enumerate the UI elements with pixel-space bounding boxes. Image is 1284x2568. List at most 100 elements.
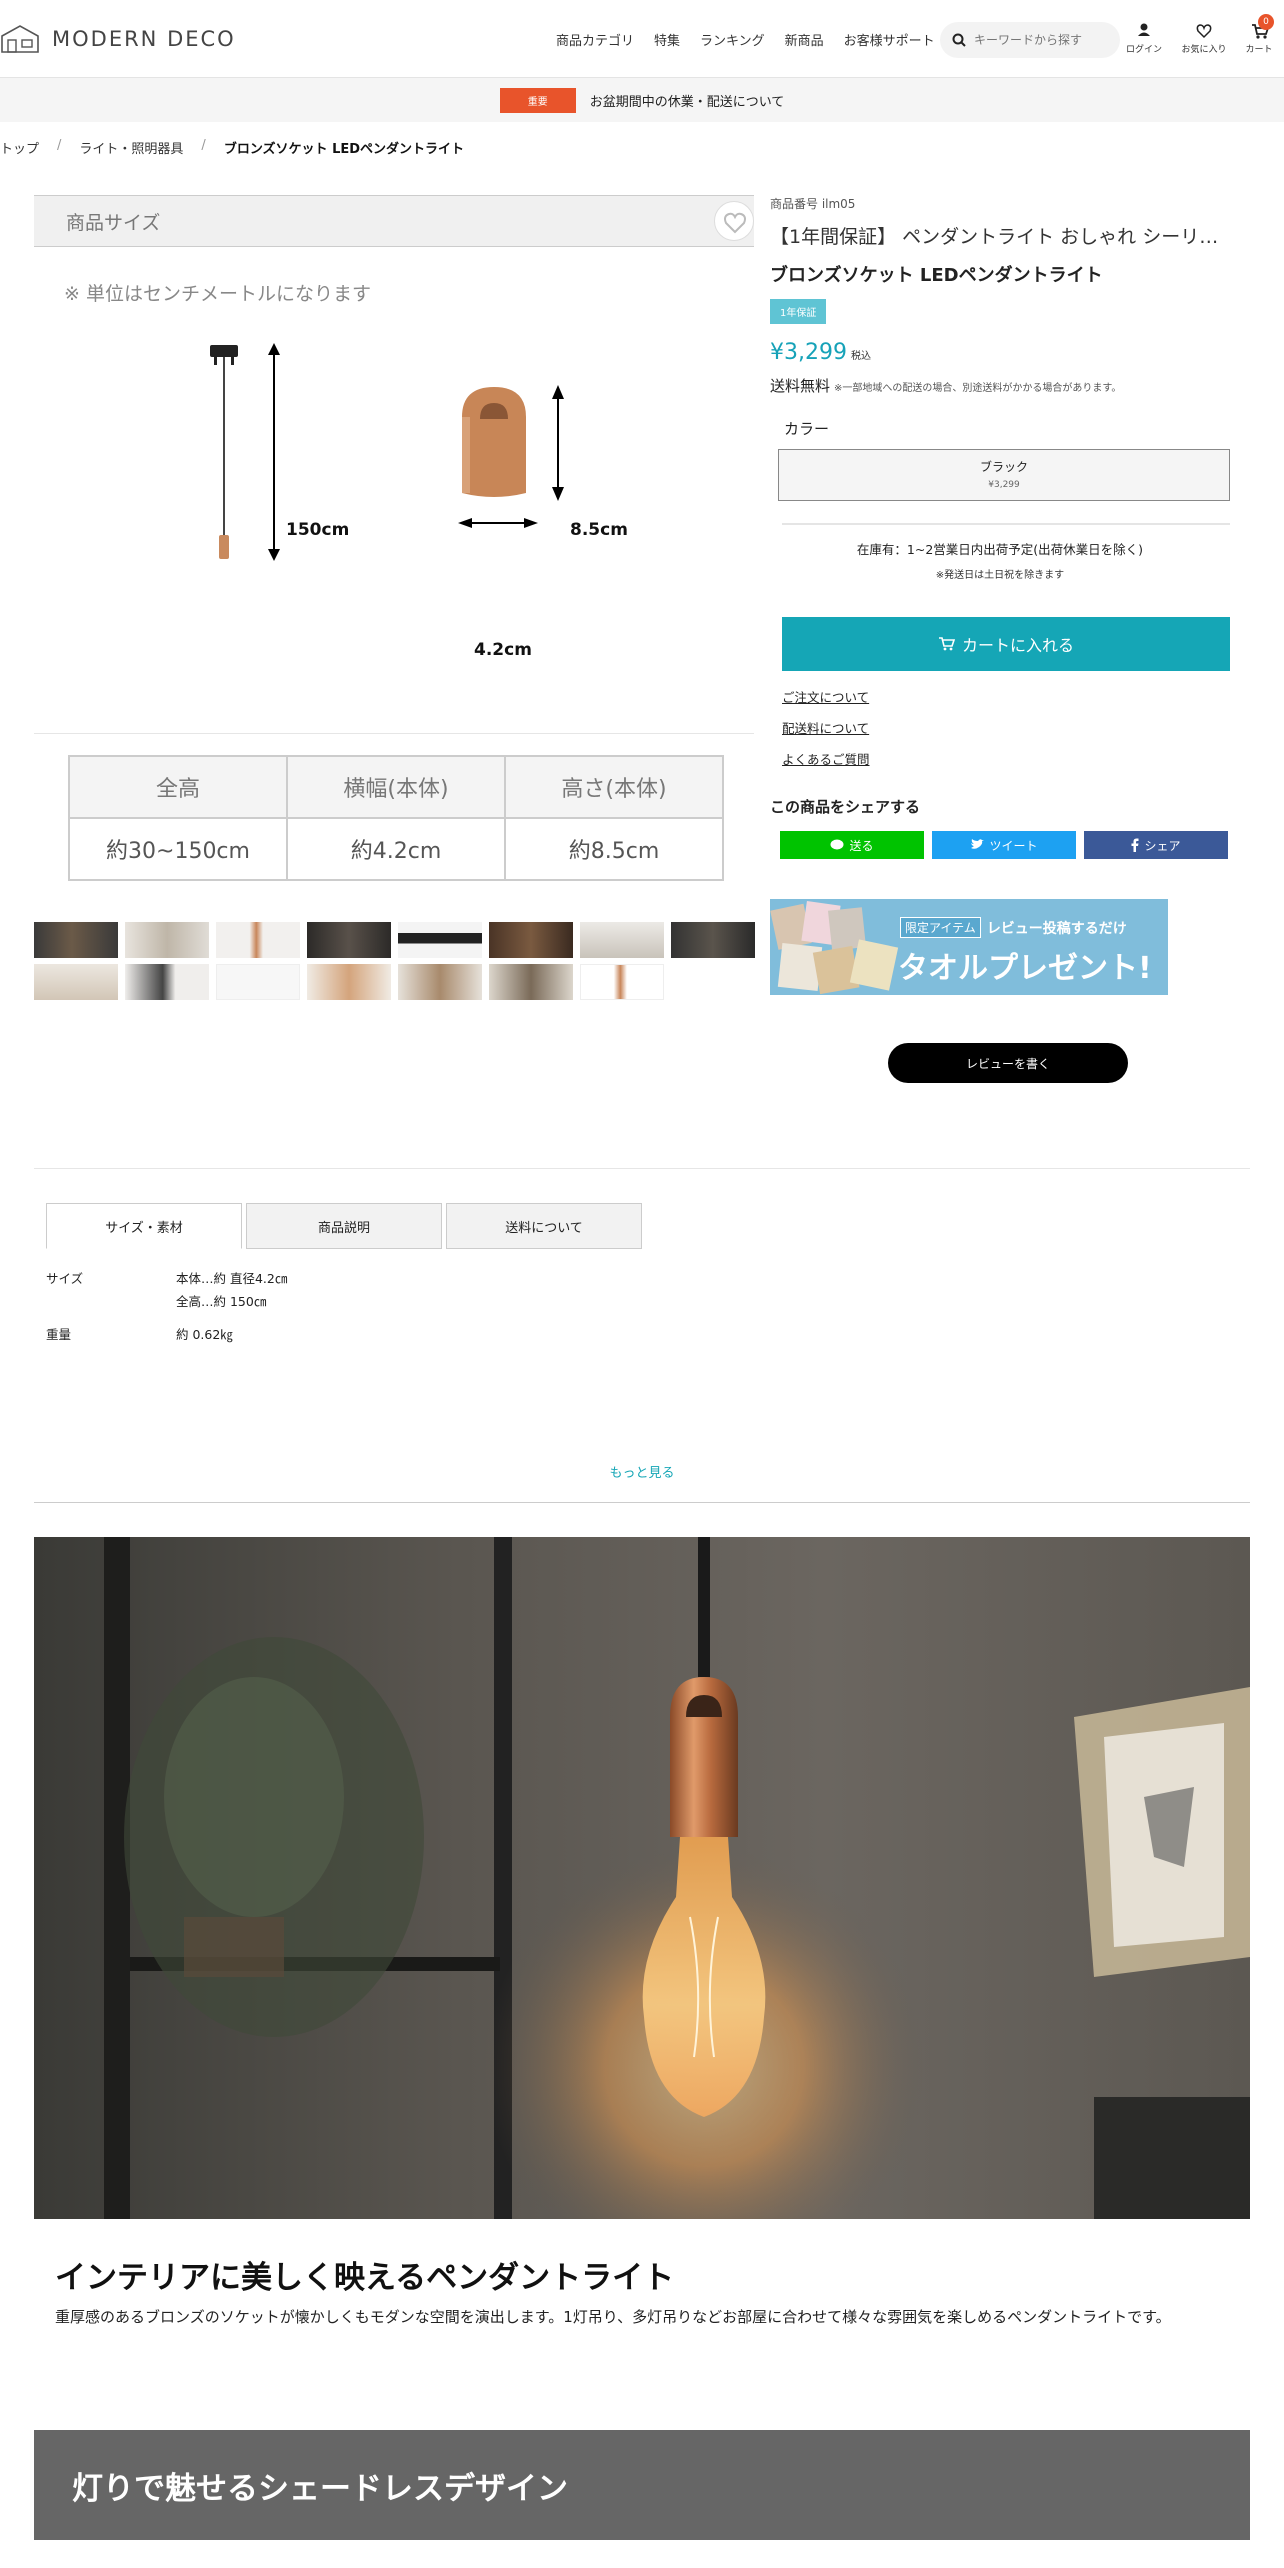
thumbnail[interactable]	[580, 922, 664, 958]
write-review-button[interactable]: レビューを書く	[888, 1043, 1128, 1083]
thumbnail[interactable]	[398, 922, 482, 958]
notice-tag: 重要	[499, 87, 576, 113]
add-favorite-button[interactable]	[714, 201, 754, 241]
shipping-free: 送料無料	[770, 377, 831, 395]
login-button[interactable]: ログイン	[1118, 20, 1170, 55]
tab-size-material[interactable]: サイズ・素材	[46, 1203, 242, 1249]
line-icon	[830, 839, 844, 850]
add-to-cart-button[interactable]: カートに入れる	[782, 617, 1230, 671]
size-table-header: 横幅(本体)	[286, 755, 506, 819]
search-icon[interactable]	[952, 33, 966, 47]
section-title: インテリアに美しく映えるペンダントライト	[55, 2260, 675, 2296]
divider	[34, 733, 754, 734]
notice-text: お盆期間中の休業・配送について	[589, 94, 785, 110]
size-table-value: 約8.5cm	[504, 817, 724, 881]
login-label: ログイン	[1125, 45, 1162, 55]
breadcrumb-top[interactable]: トップ	[0, 138, 39, 157]
thumbnail[interactable]	[216, 964, 300, 1000]
size-heading-text: 商品サイズ	[66, 211, 161, 234]
show-more-link[interactable]: もっと見る	[0, 1462, 1284, 1481]
color-option-name: ブラック	[979, 460, 1028, 474]
notice-bar[interactable]: 重要 お盆期間中の休業・配送について	[0, 78, 1284, 122]
stock-status: 在庫有：1~2営業日内出荷予定(出荷休業日を除く)	[856, 542, 1144, 557]
product-main-image[interactable]: 商品サイズ ※ 単位はセンチメートルになります 150cm 8.5cm 4.2c…	[34, 195, 754, 915]
next-section-heading: 灯りで魅せるシェードレスデザイン	[34, 2430, 1250, 2540]
color-label: カラー	[784, 420, 830, 438]
nav-item-ranking[interactable]: ランキング	[700, 30, 765, 49]
detail-tabs: サイズ・素材 商品説明 送料について	[46, 1203, 642, 1249]
house-logo-icon	[1, 25, 39, 53]
breadcrumb-lighting[interactable]: ライト・照明器具	[79, 138, 183, 157]
thumbnail[interactable]	[307, 922, 391, 958]
share-title: この商品をシェアする	[770, 798, 921, 816]
thumbnail[interactable]	[398, 964, 482, 1000]
banner-text-1: レビュー投稿するだけ	[986, 920, 1127, 937]
twitter-share-label: ツイート	[989, 838, 1038, 853]
breadcrumb-separator: /	[201, 138, 206, 153]
spec-key: サイズ	[46, 1271, 84, 1286]
favorites-label: お気に入り	[1181, 45, 1227, 55]
thumbnail[interactable]	[125, 964, 209, 1000]
product-title: 【1年間保証】 ペンダントライト おしゃれ シーリングライト 照明 1灯 LED…	[770, 226, 1230, 248]
thumbnail[interactable]	[307, 964, 391, 1000]
nav-item-feature[interactable]: 特集	[654, 30, 680, 49]
thumbnail[interactable]	[216, 922, 300, 958]
nav-item-new[interactable]: 新商品	[785, 30, 824, 49]
breadcrumb-separator: /	[57, 138, 62, 153]
facebook-share-label: シェア	[1144, 838, 1181, 853]
size-table-value: 約30~150cm	[68, 817, 288, 881]
banner-top-line: 限定アイテム レビュー投稿するだけ	[900, 917, 1127, 938]
thumbnail[interactable]	[125, 922, 209, 958]
thumbnail[interactable]	[671, 922, 755, 958]
size-panel-heading: 商品サイズ	[34, 195, 754, 247]
product-code: 商品番号 ilm05	[770, 197, 856, 211]
color-option-price: ¥3,299	[988, 480, 1020, 490]
order-info-link[interactable]: ご注文について	[782, 687, 1230, 706]
line-share-label: 送る	[849, 838, 874, 853]
color-option-black[interactable]: ブラック ¥3,299	[778, 449, 1230, 501]
add-to-cart-label: カートに入れる	[961, 636, 1074, 655]
search-input[interactable]	[974, 33, 1114, 47]
dimension-diagram	[210, 343, 564, 561]
spec-key: 重量	[46, 1327, 72, 1342]
thumbnail[interactable]	[489, 922, 573, 958]
twitter-share-button[interactable]: ツイート	[932, 831, 1076, 859]
shipping-info: 送料無料 ※一部地域への配送の場合、別途送料がかかる場合があります。	[770, 375, 1230, 396]
tab-shipping[interactable]: 送料について	[446, 1203, 642, 1249]
spec-value-line: 本体…約 直径4.2㎝	[176, 1271, 288, 1286]
shipping-note: ※一部地域への配送の場合、別途送料がかかる場合があります。	[834, 383, 1122, 394]
share-buttons: 送る ツイート シェア	[780, 831, 1230, 859]
thumbnail[interactable]	[34, 964, 118, 1000]
tab-description[interactable]: 商品説明	[246, 1203, 442, 1249]
thumbnail[interactable]	[580, 964, 664, 1000]
size-table-value: 約4.2cm	[286, 817, 506, 881]
hero-image	[34, 1537, 1250, 2219]
favorites-button[interactable]: お気に入り	[1178, 20, 1230, 55]
logo-text: MODERN DECO	[52, 27, 236, 51]
line-share-button[interactable]: 送る	[780, 831, 924, 859]
spec-row-size: サイズ 本体…約 直径4.2㎝ 全高…約 150㎝	[46, 1268, 287, 1310]
spec-value-line: 全高…約 150㎝	[176, 1294, 267, 1309]
price-block: ¥3,299 税込	[770, 340, 1230, 365]
thumbnail[interactable]	[489, 964, 573, 1000]
faq-link[interactable]: よくあるご質問	[782, 749, 1230, 768]
site-logo[interactable]: MODERN DECO	[0, 22, 236, 56]
facebook-share-button[interactable]: シェア	[1084, 831, 1228, 859]
banner-text-2: タオルプレゼント!	[898, 951, 1152, 986]
review-campaign-banner[interactable]: 限定アイテム レビュー投稿するだけ タオルプレゼント!	[770, 899, 1168, 995]
divider	[34, 1168, 1250, 1169]
socket-width-label: 4.2cm	[474, 640, 532, 660]
shipping-fee-link[interactable]: 配送料について	[782, 718, 1230, 737]
socket-height-label: 8.5cm	[570, 520, 628, 540]
spec-value: 本体…約 直径4.2㎝ 全高…約 150㎝	[176, 1268, 287, 1310]
main-nav: 商品カテゴリ 特集 ランキング 新商品 お客様サポート	[556, 30, 935, 49]
small-socket	[219, 535, 229, 559]
nav-item-category[interactable]: 商品カテゴリ	[556, 30, 634, 49]
cord-length-label: 150cm	[286, 520, 350, 540]
spec-list: サイズ 本体…約 直径4.2㎝ 全高…約 150㎝ 重量 約 0.62㎏	[46, 1268, 287, 1357]
breadcrumb: トップ / ライト・照明器具 / ブロンズソケット LEDペンダントライト	[0, 138, 464, 157]
product-subtitle: ブロンズソケット LEDペンダントライト	[770, 265, 1103, 286]
nav-item-support[interactable]: お客様サポート	[844, 30, 935, 49]
spec-row-weight: 重量 約 0.62㎏	[46, 1324, 287, 1343]
thumbnail[interactable]	[34, 922, 118, 958]
